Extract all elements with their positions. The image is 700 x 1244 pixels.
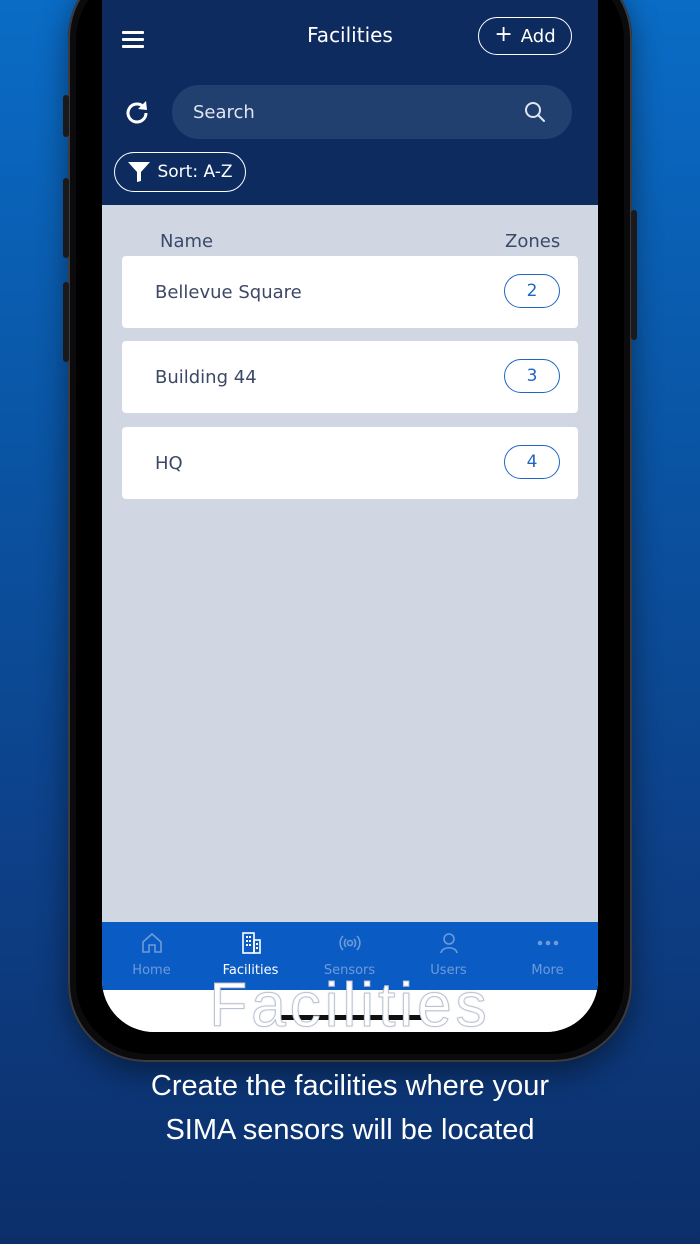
column-header-zones: Zones (505, 231, 561, 252)
app-header: Facilities + Add Sort: A-Z (102, 0, 598, 205)
volume-down-button (63, 282, 69, 362)
sort-button[interactable]: Sort: A-Z (114, 152, 246, 192)
zone-count-badge: 3 (504, 359, 560, 393)
facility-row[interactable]: Building 44 3 (122, 341, 578, 413)
mute-switch (63, 95, 69, 137)
plus-icon: + (494, 22, 513, 47)
zone-count-badge: 2 (504, 274, 560, 308)
filter-icon (128, 162, 151, 182)
facility-row[interactable]: Bellevue Square 2 (122, 256, 578, 328)
caption-line-2: SIMA sensors will be located (165, 1114, 535, 1146)
user-icon (440, 933, 458, 954)
zone-count-badge: 4 (504, 445, 560, 479)
power-button (631, 210, 637, 340)
refresh-icon[interactable] (122, 98, 152, 128)
add-facility-button[interactable]: + Add (478, 17, 572, 55)
facility-row[interactable]: HQ 4 (122, 427, 578, 499)
volume-up-button (63, 178, 69, 258)
search-bar[interactable] (172, 85, 572, 139)
facility-list: Name Zones Bellevue Square 2 Building 44… (102, 205, 598, 922)
add-button-label: Add (520, 25, 556, 47)
search-input[interactable] (193, 85, 513, 139)
column-header-name: Name (160, 231, 214, 252)
more-icon (537, 940, 559, 946)
search-icon[interactable] (524, 101, 546, 123)
building-icon (242, 932, 261, 954)
caption-line-1: Create the facilities where your (150, 1070, 550, 1102)
facility-name: HQ (155, 453, 183, 474)
promo-title: Facilities (209, 971, 491, 1041)
app-screen: Facilities + Add Sort: A-Z Name Zones B (102, 0, 598, 1032)
promo-caption: Create the facilities where your SIMA se… (0, 1064, 700, 1152)
sensor-icon (339, 935, 361, 951)
facility-name: Bellevue Square (155, 282, 302, 303)
home-icon (142, 932, 162, 953)
sort-label: Sort: A-Z (157, 162, 233, 182)
facility-name: Building 44 (155, 367, 257, 388)
